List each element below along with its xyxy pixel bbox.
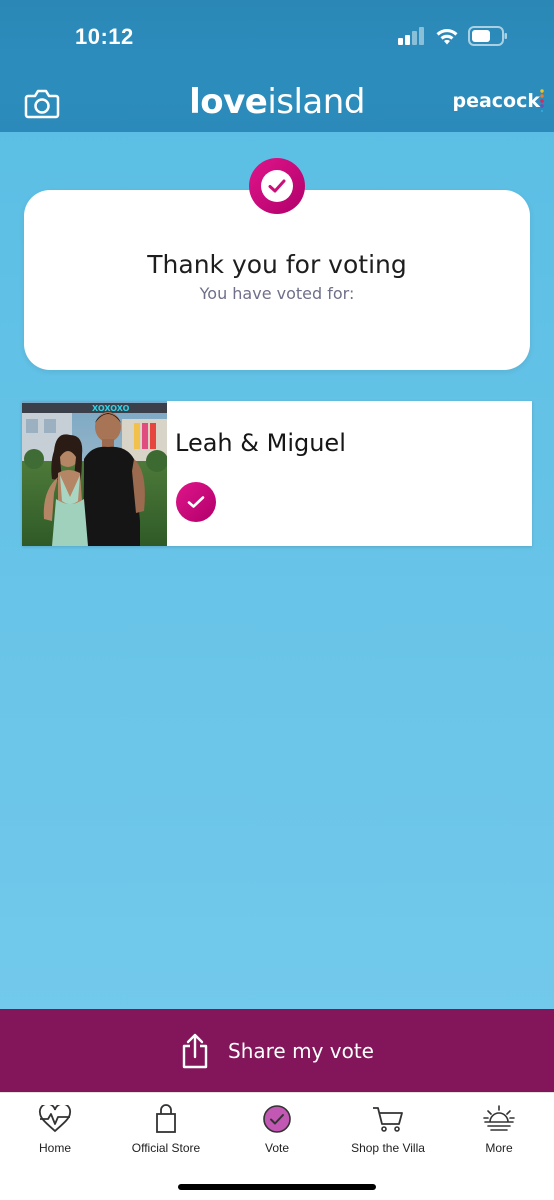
tab-more[interactable]: More: [444, 1101, 554, 1155]
voted-couple-card: XOXOXO Leah & Miguel: [22, 401, 532, 546]
vote-check-icon: [222, 1101, 332, 1137]
app-header-background: 10:12 loveisland peacock: [0, 0, 554, 132]
peacock-logo: peacock: [452, 90, 540, 112]
share-icon: [182, 1033, 208, 1068]
couple-name: Leah & Miguel: [175, 429, 346, 457]
wifi-icon: [436, 28, 458, 44]
status-bar: 10:12: [0, 0, 554, 70]
selected-check-icon: [176, 482, 216, 522]
share-my-vote-button[interactable]: Share my vote: [0, 1009, 554, 1092]
sunset-icon: [444, 1101, 554, 1137]
status-icons: [398, 26, 508, 46]
cart-icon: [333, 1101, 443, 1137]
confirmation-subtitle: You have voted for:: [199, 284, 355, 303]
battery-icon: [468, 26, 507, 46]
confirmation-title: Thank you for voting: [147, 250, 407, 279]
tab-shop-the-villa-label: Shop the Villa: [351, 1141, 425, 1155]
shopping-bag-icon: [111, 1101, 221, 1137]
app-header: loveisland peacock: [0, 70, 554, 132]
tab-vote-label: Vote: [264, 1141, 290, 1155]
check-icon: [261, 170, 293, 202]
home-indicator[interactable]: [178, 1184, 376, 1190]
status-time: 10:12: [75, 24, 134, 49]
tab-home-label: Home: [38, 1141, 71, 1155]
tab-official-store[interactable]: Official Store: [111, 1101, 221, 1155]
logo-island: island: [267, 82, 365, 122]
logo-love: love: [189, 82, 268, 122]
vote-confirmed-badge: [249, 158, 305, 214]
tab-vote[interactable]: Vote: [222, 1101, 332, 1155]
share-label: Share my vote: [228, 1038, 374, 1063]
tab-shop-the-villa[interactable]: Shop the Villa: [333, 1101, 443, 1155]
heartbeat-icon: [0, 1101, 110, 1137]
cellular-signal-icon: [398, 27, 424, 45]
couple-photo: XOXOXO: [22, 401, 167, 546]
tab-official-store-label: Official Store: [131, 1141, 201, 1155]
vote-confirmation-card: Thank you for voting You have voted for:: [24, 190, 530, 370]
tab-home[interactable]: Home: [0, 1101, 110, 1155]
peacock-dots-icon: [540, 89, 544, 112]
svg-text:XOXOXO: XOXOXO: [92, 404, 130, 413]
tab-more-label: More: [485, 1141, 513, 1155]
